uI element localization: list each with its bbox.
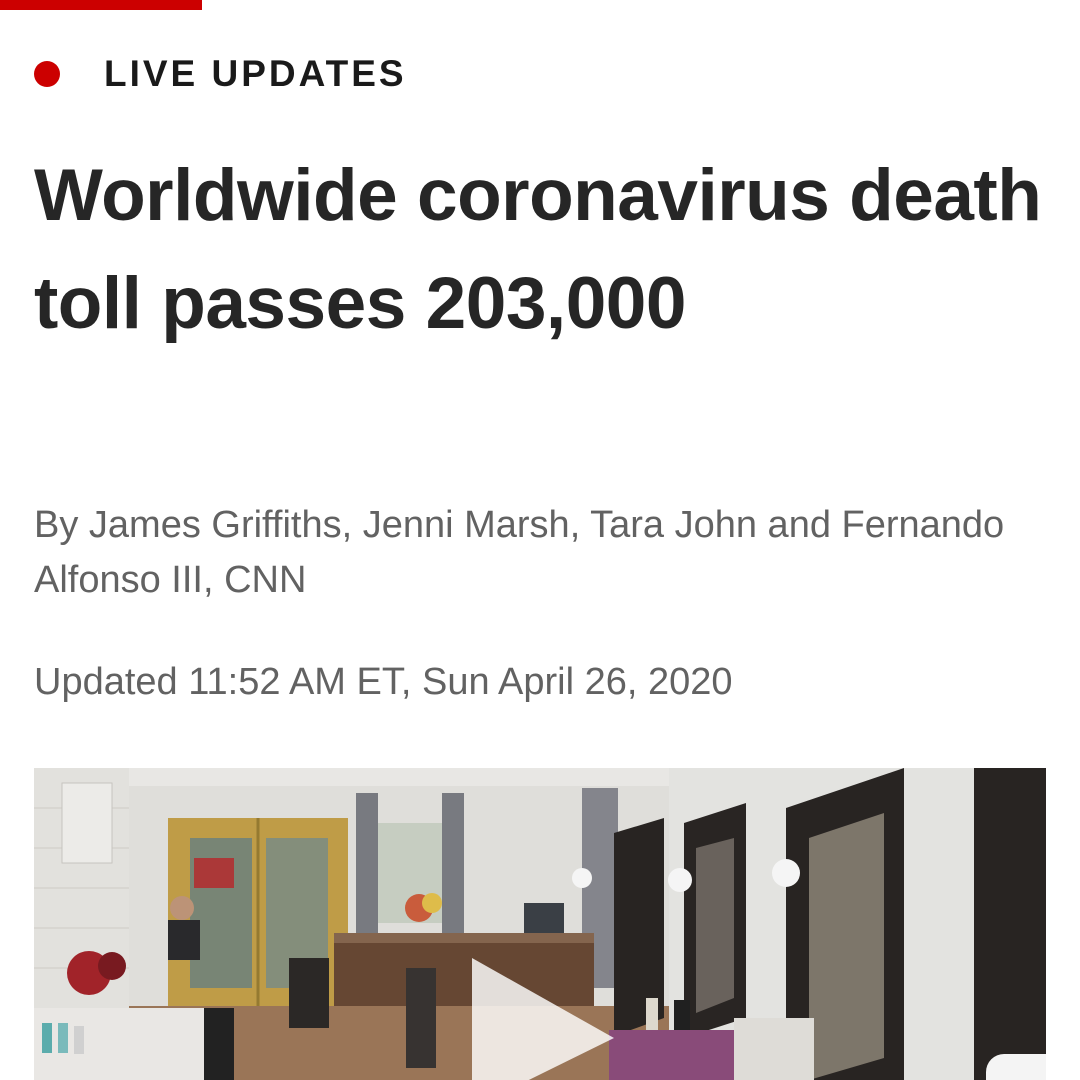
- video-thumbnail[interactable]: [34, 768, 1046, 1080]
- article-byline: By James Griffiths, Jenni Marsh, Tara Jo…: [34, 504, 1005, 601]
- live-updates-label: LIVE UPDATES: [34, 52, 407, 96]
- live-dot-icon: [34, 61, 60, 87]
- brand-accent-bar: [0, 0, 202, 10]
- video-corner-badge: [986, 1054, 1046, 1080]
- play-button[interactable]: [464, 948, 664, 1080]
- article-timestamp: Updated 11:52 AM ET, Sun April 26, 2020: [34, 661, 733, 703]
- article-headline[interactable]: Worldwide coronavirus death toll passes …: [34, 142, 1044, 358]
- play-icon: [472, 958, 614, 1080]
- live-label-text: LIVE UPDATES: [104, 53, 407, 94]
